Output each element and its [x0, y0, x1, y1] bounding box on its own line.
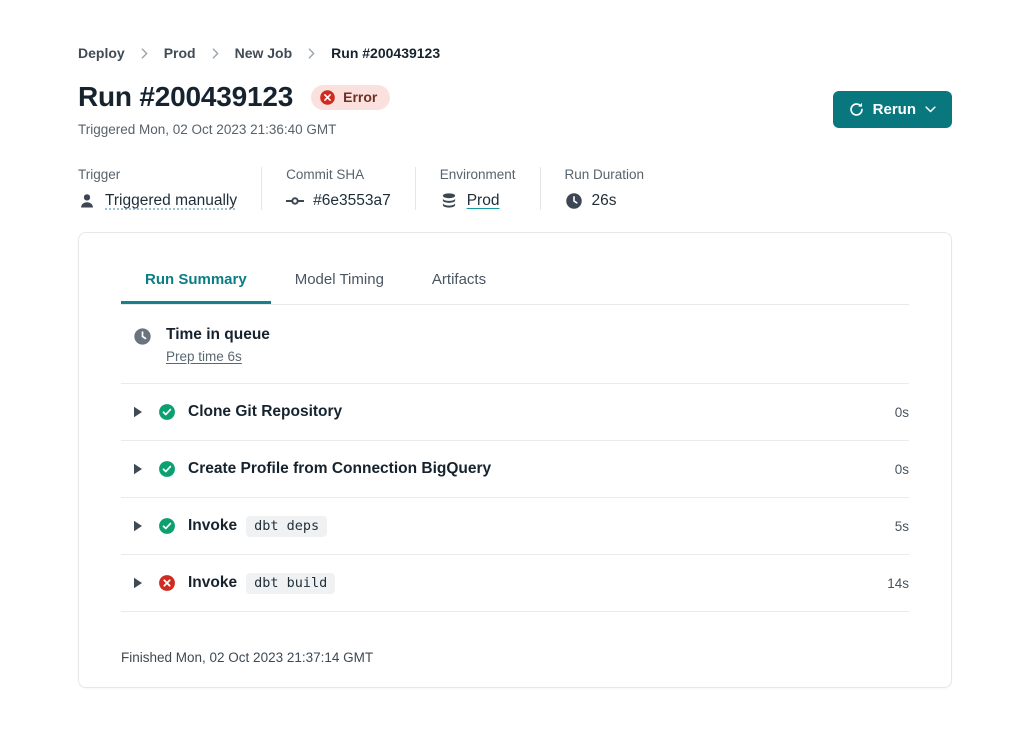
time-in-queue-row: Time in queue Prep time 6s — [121, 305, 909, 384]
meta-trigger-label: Trigger — [78, 167, 237, 182]
tab-artifacts[interactable]: Artifacts — [408, 259, 510, 304]
chevron-right-icon — [141, 48, 148, 59]
meta-commit-value: #6e3553a7 — [313, 192, 391, 210]
run-steps-list: Time in queue Prep time 6s Clone Git Rep… — [121, 305, 909, 631]
database-icon — [440, 192, 458, 210]
step-row[interactable]: Invoke dbt build 14s — [121, 555, 909, 612]
meta-commit-sha: Commit SHA #6e3553a7 — [262, 167, 416, 210]
step-command-chip: dbt deps — [246, 516, 327, 537]
chevron-down-icon — [925, 106, 936, 113]
meta-environment-value[interactable]: Prod — [467, 192, 500, 210]
triggered-timestamp: Triggered Mon, 02 Oct 2023 21:36:40 GMT — [78, 122, 390, 137]
tab-run-summary[interactable]: Run Summary — [121, 259, 271, 304]
breadcrumb-item[interactable]: New Job — [235, 45, 293, 61]
step-title: Invoke — [188, 517, 237, 535]
step-duration: 5s — [895, 519, 909, 534]
error-x-icon — [158, 574, 176, 592]
expand-caret-icon[interactable] — [133, 406, 143, 418]
queue-text: Time in queue Prep time 6s — [166, 326, 270, 366]
queue-title: Time in queue — [166, 326, 270, 344]
meta-environment-label: Environment — [440, 167, 516, 182]
breadcrumb: Deploy Prod New Job Run #200439123 — [78, 0, 952, 61]
tab-bar: Run SummaryModel TimingArtifacts — [121, 259, 909, 305]
step-row[interactable]: Invoke dbt deps 5s — [121, 498, 909, 555]
breadcrumb-item[interactable]: Run #200439123 — [331, 45, 440, 61]
success-check-icon — [158, 460, 176, 478]
rerun-button-label: Rerun — [873, 101, 916, 118]
step-title: Clone Git Repository — [188, 403, 342, 421]
step-title: Invoke — [188, 574, 237, 592]
status-badge-label: Error — [343, 89, 377, 105]
expand-caret-icon[interactable] — [133, 520, 143, 532]
step-row[interactable]: Clone Git Repository 0s — [121, 384, 909, 441]
finished-timestamp: Finished Mon, 02 Oct 2023 21:37:14 GMT — [79, 631, 951, 665]
page-title: Run #200439123 — [78, 81, 293, 113]
status-badge: Error — [311, 85, 390, 110]
clock-icon — [565, 192, 583, 210]
run-detail-page: Deploy Prod New Job Run #200439123 Run #200… — [0, 0, 1030, 688]
run-meta-row: Trigger Triggered manually Commit SHA #6… — [78, 167, 952, 210]
card-bottom-spacer — [79, 665, 951, 687]
success-check-icon — [158, 403, 176, 421]
chevron-right-icon — [212, 48, 219, 59]
steps-container: Clone Git Repository 0s Create Profile f… — [121, 384, 909, 612]
person-icon — [78, 192, 96, 210]
meta-trigger: Trigger Triggered manually — [78, 167, 262, 210]
chevron-right-icon — [308, 48, 315, 59]
rerun-button[interactable]: Rerun — [833, 91, 952, 128]
run-summary-card: Run SummaryModel TimingArtifacts Time in… — [78, 232, 952, 688]
prep-time-link[interactable]: Prep time 6s — [166, 349, 242, 364]
tab-model-timing[interactable]: Model Timing — [271, 259, 408, 304]
commit-icon — [286, 192, 304, 210]
meta-duration-value: 26s — [592, 192, 617, 210]
breadcrumb-item[interactable]: Prod — [164, 45, 196, 61]
success-check-icon — [158, 517, 176, 535]
step-duration: 0s — [895, 462, 909, 477]
meta-run-duration: Run Duration 26s — [541, 167, 669, 210]
header-left: Run #200439123 Error Triggered Mon, 02 O… — [78, 81, 390, 137]
expand-caret-icon[interactable] — [133, 463, 143, 475]
meta-commit-label: Commit SHA — [286, 167, 391, 182]
step-title: Create Profile from Connection BigQuery — [188, 460, 491, 478]
breadcrumb-item[interactable]: Deploy — [78, 45, 125, 61]
step-duration: 0s — [895, 405, 909, 420]
queue-clock-icon — [133, 327, 152, 346]
title-line: Run #200439123 Error — [78, 81, 390, 113]
meta-trigger-value[interactable]: Triggered manually — [105, 192, 237, 210]
error-circle-icon — [319, 89, 336, 106]
step-duration: 14s — [887, 576, 909, 591]
step-row[interactable]: Create Profile from Connection BigQuery … — [121, 441, 909, 498]
page-header: Run #200439123 Error Triggered Mon, 02 O… — [78, 81, 952, 137]
meta-duration-label: Run Duration — [565, 167, 645, 182]
expand-caret-icon[interactable] — [133, 577, 143, 589]
meta-environment: Environment Prod — [416, 167, 541, 210]
refresh-icon — [849, 102, 864, 117]
step-command-chip: dbt build — [246, 573, 335, 594]
